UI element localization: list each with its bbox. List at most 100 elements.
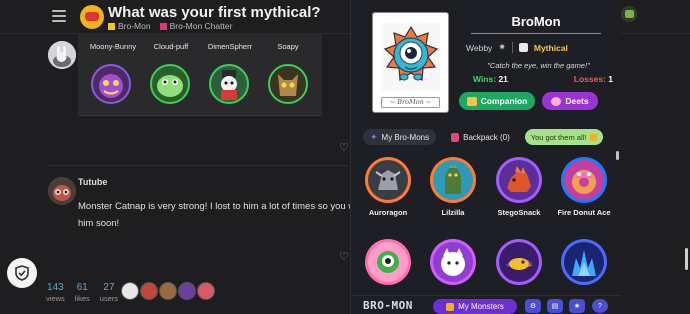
- companion-icon: [466, 96, 477, 106]
- participant-avatar[interactable]: [140, 282, 158, 300]
- tab-label: My Bro-Mons: [381, 132, 430, 142]
- embed-monster-name: DimenSpherr: [207, 42, 253, 51]
- win-loss-record: Wins: 21 Losses: 1: [473, 74, 613, 84]
- category-label: Bro-Mon Chatter: [169, 21, 233, 31]
- shield-icon[interactable]: [7, 258, 37, 288]
- meta-separator: [511, 42, 513, 53]
- collection-item[interactable]: [423, 239, 483, 290]
- tab-backpack[interactable]: Backpack (0): [444, 129, 517, 145]
- topic-title[interactable]: What was your first mythical?: [108, 4, 321, 21]
- monster-portrait: [365, 157, 411, 203]
- stat-views: 143 views: [46, 282, 65, 303]
- embed-monster-thumb[interactable]: [150, 64, 190, 104]
- monster-box-icon: [446, 302, 455, 311]
- wins-label: Wins:: [473, 74, 497, 84]
- companion-label: Companion: [480, 96, 528, 106]
- wins-value: 21: [498, 74, 508, 84]
- like-heart-icon[interactable]: ♡: [339, 141, 349, 154]
- owner-name: Webby: [466, 42, 493, 53]
- gear-icon[interactable]: ⚙: [525, 299, 541, 313]
- name-divider: [471, 33, 601, 34]
- category-color-swatch: [159, 22, 167, 30]
- card-name-tag: ~ BroMon ~: [381, 97, 440, 108]
- user-avatar[interactable]: [621, 6, 637, 22]
- bromon-profile-card[interactable]: ~ BroMon ~: [372, 12, 449, 113]
- my-monsters-button[interactable]: My Monsters: [433, 299, 517, 314]
- bromon-collection: Auroragon Lilzilla StegoSnack Fire Donut…: [351, 155, 616, 295]
- post-author-name[interactable]: Tutube: [78, 177, 107, 187]
- sparkle-icon: ✷: [498, 42, 506, 52]
- page: What was your first mythical? Bro-Mon Br…: [0, 0, 690, 314]
- collection-item[interactable]: [358, 239, 418, 290]
- deets-label: Deets: [565, 96, 589, 106]
- monster-portrait: [365, 239, 411, 285]
- badge-label: You got them all!: [530, 132, 587, 142]
- collection-item[interactable]: StegoSnack: [489, 157, 549, 217]
- monster-name: Fire Donut Ace: [557, 208, 611, 217]
- embed-monster-name: Moony-Bunny: [89, 42, 137, 51]
- question-icon[interactable]: ?: [592, 299, 608, 313]
- monster-name: StegoSnack: [497, 208, 541, 217]
- post-text-line: Monster Catnap is very strong! I lost to…: [78, 201, 350, 212]
- wins-record: Wins: 21: [473, 74, 508, 84]
- collection-item[interactable]: Lilzilla: [423, 157, 483, 217]
- collection-item[interactable]: [489, 239, 549, 290]
- bromon-quote: "Catch the eye, win the game!": [487, 61, 590, 70]
- stat-users: 27 users: [100, 282, 118, 303]
- panel-scrollbar[interactable]: [616, 151, 619, 160]
- category-label: Bro-Mon: [118, 21, 151, 31]
- bromon-name: BroMon: [511, 14, 561, 29]
- monster-portrait: [430, 157, 476, 203]
- backpack-icon: [451, 132, 460, 142]
- topic-stats: 143 views 61 likes 27 users: [46, 282, 118, 303]
- deets-icon: [551, 96, 562, 106]
- collection-item[interactable]: Auroragon: [358, 157, 418, 217]
- tab-label: Backpack (0): [463, 132, 510, 142]
- rarity-label: Mythical: [533, 42, 568, 53]
- category-bromon-chatter[interactable]: Bro-Mon Chatter: [159, 21, 233, 31]
- monster-portrait: [561, 157, 607, 203]
- post-author-avatar[interactable]: [48, 177, 76, 205]
- category-color-swatch: [108, 22, 115, 30]
- embed-monster-thumb[interactable]: [91, 64, 131, 104]
- stat-likes: 61 likes: [75, 282, 90, 303]
- hamburger-icon[interactable]: [52, 10, 66, 22]
- post-author-avatar[interactable]: [48, 41, 76, 69]
- monster-icon: ✦: [370, 131, 378, 142]
- like-heart-icon[interactable]: ♡: [339, 250, 349, 263]
- bromon-footer: BRO-MON My Monsters ⚙ ▤ ★ ?: [351, 295, 621, 314]
- collection-item[interactable]: [554, 239, 614, 290]
- dice-icon: [518, 43, 528, 52]
- embed-monster-thumb[interactable]: [209, 64, 249, 104]
- category-bromon[interactable]: Bro-Mon: [108, 21, 151, 31]
- tab-my-bromons[interactable]: ✦ My Bro-Mons: [363, 129, 437, 145]
- stat-label: views: [46, 294, 65, 303]
- stat-value: 27: [103, 282, 115, 293]
- topic-categories: Bro-Mon Bro-Mon Chatter: [108, 21, 232, 31]
- bromon-meta: Webby ✷ Mythical: [466, 42, 616, 53]
- embed-monster-thumb[interactable]: [268, 64, 308, 104]
- stat-value: 61: [76, 282, 88, 293]
- companion-button[interactable]: Companion: [459, 92, 535, 110]
- star-icon[interactable]: ★: [569, 299, 585, 313]
- bromon-tabs: ✦ My Bro-Mons Backpack (0) You got them …: [363, 129, 604, 145]
- participant-avatar[interactable]: [197, 282, 215, 300]
- participant-avatar[interactable]: [121, 282, 139, 300]
- participant-avatar[interactable]: [178, 282, 196, 300]
- participant-avatar[interactable]: [159, 282, 177, 300]
- monster-portrait: [496, 239, 542, 285]
- page-scrollbar[interactable]: [685, 248, 688, 270]
- monster-name: Auroragon: [368, 208, 408, 217]
- chat-icon[interactable]: ▤: [547, 299, 563, 313]
- embed-monster-grid: Moony-Bunny Cloud-puff DimenSpherr Soapy: [78, 34, 399, 116]
- deets-button[interactable]: Deets: [542, 92, 598, 110]
- monster-portrait: [430, 239, 476, 285]
- collection-item[interactable]: Fire Donut Ace: [554, 157, 614, 217]
- forum-logo[interactable]: [80, 5, 104, 29]
- my-monsters-label: My Monsters: [458, 302, 504, 311]
- bromon-panel: ~ BroMon ~ BroMon Webby ✷ Mythical "Catc…: [350, 0, 621, 314]
- post-divider: [48, 165, 348, 166]
- bromon-card-art: [378, 18, 443, 96]
- monster-portrait: [561, 239, 607, 285]
- monster-portrait: [496, 157, 542, 203]
